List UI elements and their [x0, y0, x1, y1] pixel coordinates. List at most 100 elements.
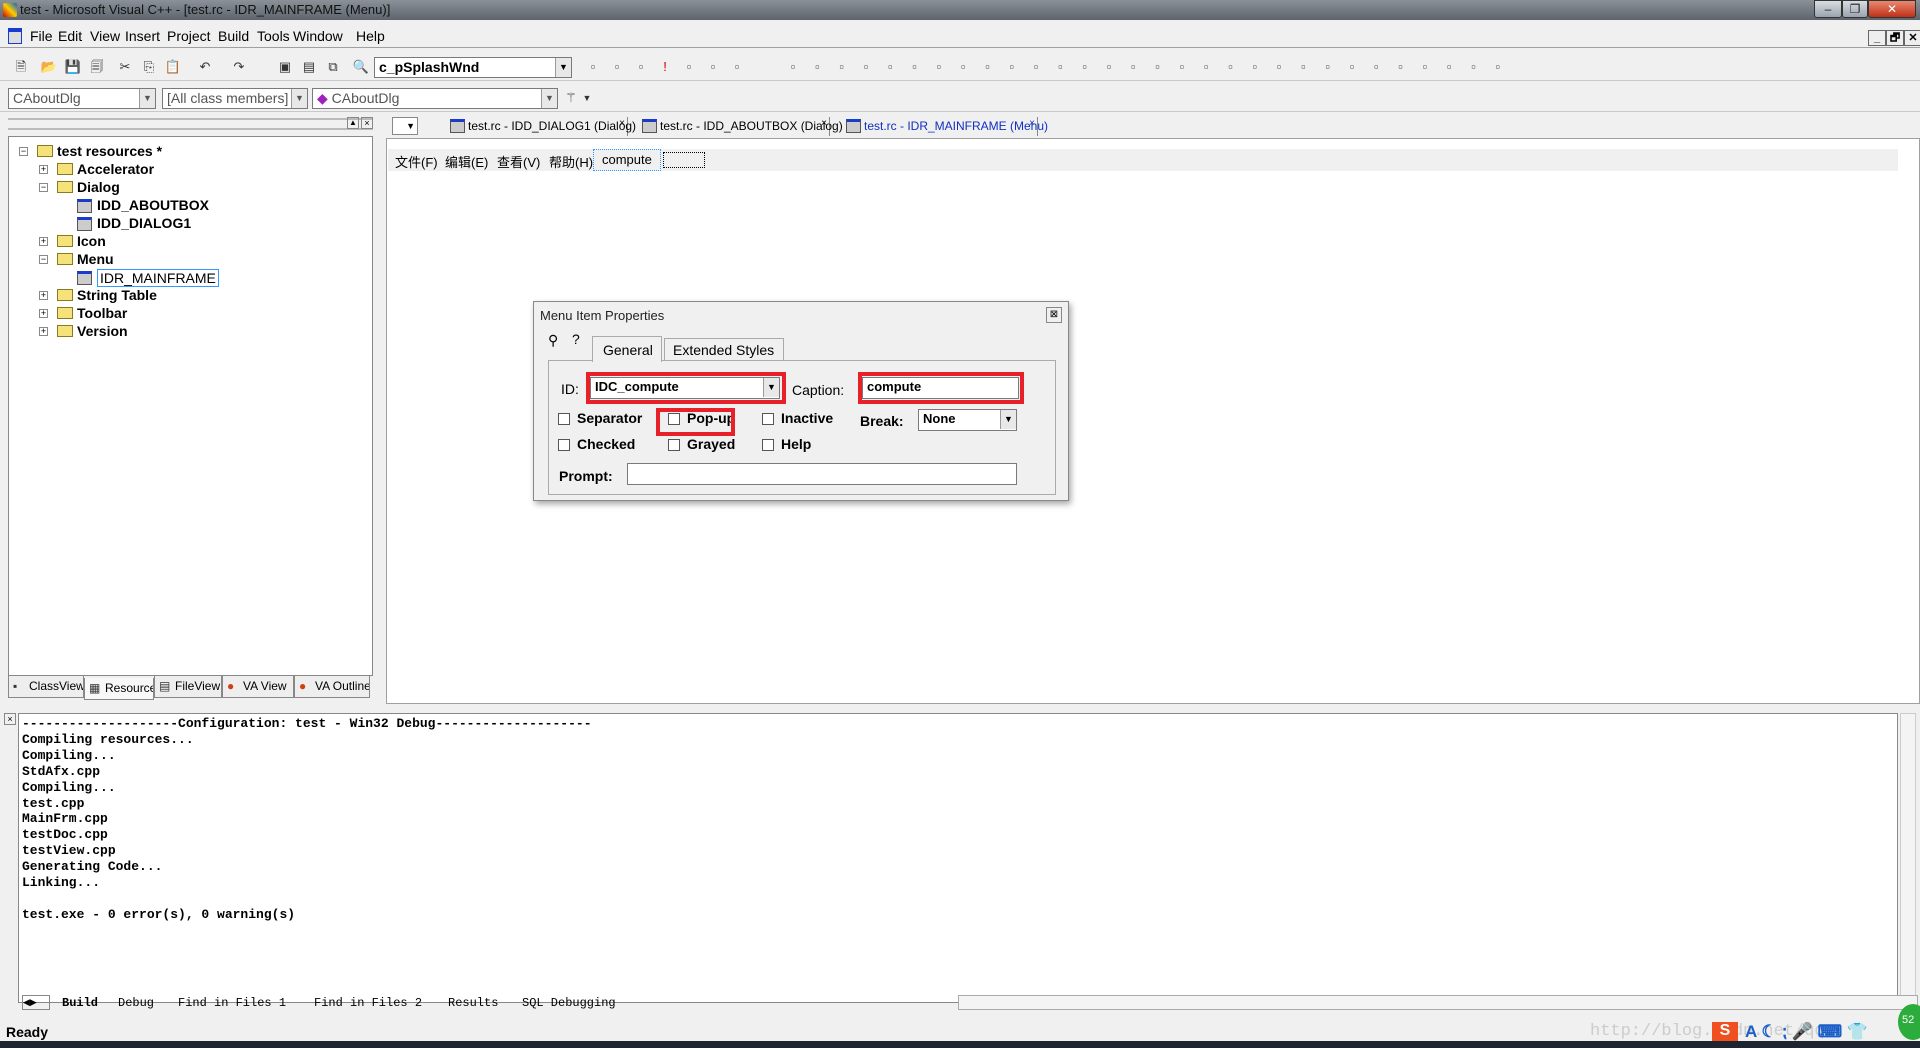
menu-insert[interactable]: Insert — [125, 28, 160, 44]
va-icon17[interactable]: ▫ — [1173, 58, 1191, 76]
output-close-icon[interactable]: × — [4, 713, 16, 725]
va-icon18[interactable]: ▫ — [1197, 58, 1215, 76]
find-combo[interactable]: c_pSplashWnd ▼ — [374, 57, 572, 78]
va-icon22[interactable]: ▫ — [1294, 58, 1312, 76]
document-menu-icon[interactable] — [8, 28, 22, 44]
window-list-icon[interactable]: ⧉ — [324, 58, 342, 76]
expand-icon[interactable]: + — [39, 237, 48, 246]
va-icon3[interactable]: ▫ — [833, 58, 851, 76]
va-icon28[interactable]: ▫ — [1440, 58, 1458, 76]
checkbox-box[interactable] — [668, 439, 680, 451]
menu-help[interactable]: Help — [356, 28, 385, 44]
maximize-button[interactable]: ❐ — [1842, 0, 1868, 18]
break-combo[interactable]: None ▼ — [918, 409, 1017, 431]
minimize-button[interactable]: – — [1814, 0, 1842, 18]
menu-view[interactable]: View — [90, 28, 120, 44]
cut-icon[interactable]: ✂ — [116, 58, 134, 76]
checkbox-box[interactable] — [762, 439, 774, 451]
va-icon14[interactable]: ▫ — [1100, 58, 1118, 76]
checkbox-box[interactable] — [762, 413, 774, 425]
tab-close-icon[interactable]: × — [1029, 114, 1035, 133]
insert-breakpoint-icon[interactable]: ▫ — [728, 58, 746, 76]
chevron-down-icon[interactable]: ▼ — [541, 89, 557, 108]
va-icon10[interactable]: ▫ — [1003, 58, 1021, 76]
va-icon13[interactable]: ▫ — [1076, 58, 1094, 76]
stop-build-icon[interactable]: ! — [656, 58, 674, 76]
chevron-down-icon[interactable]: ▼ — [139, 89, 155, 108]
undo-icon[interactable]: ↶ — [196, 58, 214, 76]
va-icon15[interactable]: ▫ — [1124, 58, 1142, 76]
menu-preview-item-1[interactable]: 编辑(E) — [445, 152, 488, 171]
workspace-tab-classview[interactable]: ▪ ClassView — [8, 676, 84, 698]
help-icon[interactable]: ? — [572, 331, 580, 347]
va-icon21[interactable]: ▫ — [1270, 58, 1288, 76]
open-icon[interactable]: 📂 — [40, 58, 58, 76]
menu-build[interactable]: Build — [218, 28, 249, 44]
tab-extended-styles[interactable]: Extended Styles — [664, 338, 784, 360]
workspace-close-icon[interactable]: × — [361, 117, 373, 129]
va-icon9[interactable]: ▫ — [979, 58, 997, 76]
checkbox-box[interactable] — [558, 413, 570, 425]
va-icon24[interactable]: ▫ — [1343, 58, 1361, 76]
save-icon[interactable]: 💾 — [64, 58, 82, 76]
expand-icon[interactable]: + — [39, 291, 48, 300]
va-icon25[interactable]: ▫ — [1367, 58, 1385, 76]
va-icon19[interactable]: ▫ — [1222, 58, 1240, 76]
editor-tab-2[interactable]: test.rc - IDR_MAINFRAME (Menu) × — [842, 114, 1048, 136]
workspace-tab-va-outline[interactable]: ● VA Outline — [294, 676, 370, 698]
output-tab-debug[interactable]: Debug — [118, 996, 154, 1010]
menu-preview-item-0[interactable]: 文件(F) — [395, 152, 438, 171]
mdi-minimize-button[interactable]: _ — [1868, 30, 1886, 46]
output-tab-build[interactable]: Build — [62, 996, 98, 1010]
output-tab-find-in-files-2[interactable]: Find in Files 2 — [314, 996, 422, 1010]
menu-window[interactable]: Window — [293, 28, 343, 44]
workspace-maximize-icon[interactable]: ▲ — [347, 117, 359, 129]
prompt-input[interactable] — [627, 463, 1017, 485]
editor-tab-0[interactable]: test.rc - IDD_DIALOG1 (Dialog) × — [446, 114, 636, 136]
output-tab-results[interactable]: Results — [448, 996, 498, 1010]
editor-tab-1[interactable]: test.rc - IDD_ABOUTBOX (Dialog) × — [638, 114, 843, 136]
menu-project[interactable]: Project — [167, 28, 211, 44]
va-icon20[interactable]: ▫ — [1246, 58, 1264, 76]
va-icon11[interactable]: ▫ — [1027, 58, 1045, 76]
collapse-icon[interactable]: − — [39, 255, 48, 264]
copy-icon[interactable]: ⎘ — [140, 58, 158, 76]
va-icon8[interactable]: ▫ — [954, 58, 972, 76]
filter-combo[interactable]: [All class members] ▼ — [162, 88, 308, 109]
va-icon1[interactable]: ▫ — [784, 58, 802, 76]
va-icon12[interactable]: ▫ — [1051, 58, 1069, 76]
close-button[interactable]: ✕ — [1868, 0, 1916, 18]
menu-preview-item-4[interactable]: compute — [593, 149, 661, 171]
tab-close-icon[interactable]: × — [619, 114, 625, 133]
checkbox-box[interactable] — [558, 439, 570, 451]
new-text-icon[interactable]: 🗎 — [12, 58, 30, 76]
output-horizontal-scrollbar[interactable] — [958, 995, 1918, 1010]
expand-icon[interactable]: + — [39, 309, 48, 318]
workspace-tab-va-view[interactable]: ● VA View — [222, 676, 294, 698]
tab-close-icon[interactable]: × — [821, 114, 827, 133]
window-menu-icon[interactable]: ▼ — [392, 117, 418, 135]
menu-preview-item-2[interactable]: 查看(V) — [497, 152, 540, 171]
collapse-icon[interactable]: − — [39, 183, 48, 192]
expand-icon[interactable]: + — [39, 327, 48, 336]
menu-tools[interactable]: Tools — [257, 28, 290, 44]
expand-icon[interactable]: + — [39, 165, 48, 174]
output-vertical-scrollbar[interactable] — [1900, 713, 1916, 1003]
chevron-down-icon[interactable]: ▼ — [1000, 410, 1016, 429]
member-combo[interactable]: ◆ CAboutDlg ▼ — [312, 88, 558, 109]
va-icon4[interactable]: ▫ — [857, 58, 875, 76]
redo-icon[interactable]: ↷ — [230, 58, 248, 76]
menu-edit[interactable]: Edit — [58, 28, 82, 44]
workspace-tab-resource[interactable]: ▦ Resource — [84, 678, 154, 700]
dialog-close-button[interactable]: ⊠ — [1046, 307, 1062, 323]
execute-icon[interactable]: ▫ — [680, 58, 698, 76]
va-icon2[interactable]: ▫ — [808, 58, 826, 76]
build-icon[interactable]: ▫ — [632, 58, 650, 76]
menu-file[interactable]: File — [30, 28, 53, 44]
collapse-icon[interactable]: − — [19, 147, 28, 156]
wizard-dropdown-icon[interactable]: ▼ — [578, 89, 596, 107]
find-icon[interactable]: ▫ — [584, 58, 602, 76]
workspace-gripper[interactable] — [8, 118, 373, 130]
compile-icon[interactable]: ▫ — [608, 58, 626, 76]
va-icon16[interactable]: ▫ — [1149, 58, 1167, 76]
